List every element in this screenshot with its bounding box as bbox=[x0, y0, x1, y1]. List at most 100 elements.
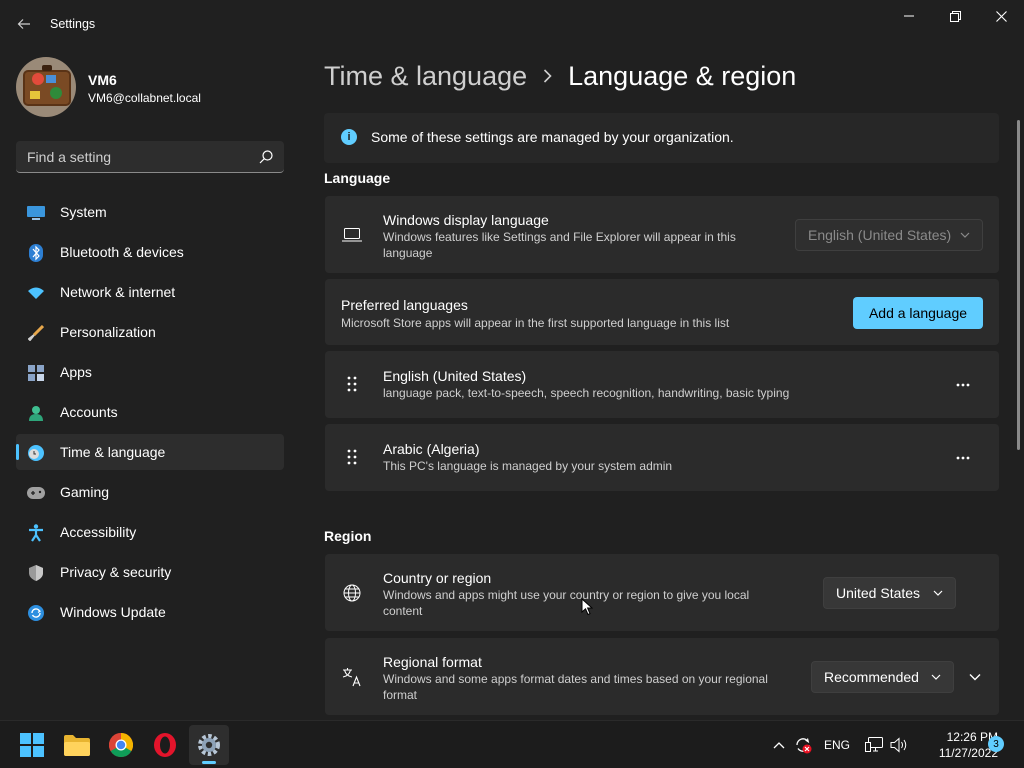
gamepad-icon bbox=[27, 484, 45, 502]
laptop-icon bbox=[341, 224, 363, 246]
language-item-english[interactable]: English (United States) language pack, t… bbox=[325, 351, 999, 418]
chevron-down-icon bbox=[969, 674, 981, 681]
scrollbar[interactable] bbox=[1017, 120, 1020, 450]
section-label-language: Language bbox=[324, 170, 391, 186]
expand-button[interactable] bbox=[961, 663, 989, 691]
display-language-dropdown[interactable]: English (United States) bbox=[795, 219, 983, 251]
preferred-languages-card: Preferred languages Microsoft Store apps… bbox=[325, 279, 999, 345]
brush-icon bbox=[27, 324, 45, 342]
show-hidden-icons-button[interactable] bbox=[768, 721, 790, 768]
taskbar: ENG 12:26 PM 11/27/2022 bbox=[0, 720, 1024, 768]
back-arrow-icon bbox=[17, 19, 30, 29]
search-icon[interactable] bbox=[258, 149, 274, 165]
breadcrumb: Time & language Language & region bbox=[324, 58, 796, 94]
app-title: Settings bbox=[50, 17, 96, 31]
shield-icon bbox=[27, 564, 45, 582]
search-box[interactable] bbox=[16, 141, 284, 173]
search-input[interactable] bbox=[16, 141, 246, 172]
sidebar-item-gaming[interactable]: Gaming bbox=[16, 474, 284, 510]
input-language: ENG bbox=[823, 738, 850, 752]
network-tray-button[interactable] bbox=[862, 721, 886, 768]
language-name: Arabic (Algeria) bbox=[383, 441, 480, 457]
language-item-arabic[interactable]: Arabic (Algeria) This PC's language is m… bbox=[325, 424, 999, 491]
sidebar-item-privacy[interactable]: Privacy & security bbox=[16, 554, 284, 590]
wifi-icon bbox=[27, 284, 45, 302]
info-text: Some of these settings are managed by yo… bbox=[371, 129, 734, 145]
card-description: Microsoft Store apps will appear in the … bbox=[341, 316, 730, 330]
sidebar-item-accounts[interactable]: Accounts bbox=[16, 394, 284, 430]
clock[interactable]: 12:26 PM 11/27/2022 bbox=[914, 729, 998, 761]
language-details: This PC's language is managed by your sy… bbox=[383, 459, 673, 473]
card-title: Country or region bbox=[383, 570, 492, 586]
apps-icon bbox=[27, 364, 45, 382]
dropdown-value: United States bbox=[836, 585, 921, 601]
info-bar: i Some of these settings are managed by … bbox=[324, 113, 999, 163]
taskbar-file-explorer[interactable] bbox=[57, 725, 97, 765]
taskbar-opera[interactable] bbox=[145, 725, 185, 765]
back-button[interactable] bbox=[10, 10, 38, 38]
maximize-button[interactable] bbox=[932, 0, 978, 32]
sidebar-item-windows-update[interactable]: Windows Update bbox=[16, 594, 284, 630]
section-label-region: Region bbox=[324, 528, 372, 544]
sidebar-item-label: Time & language bbox=[60, 444, 166, 460]
taskbar-chrome[interactable] bbox=[101, 725, 141, 765]
more-icon bbox=[956, 383, 970, 387]
user-email: VM6@collabnet.local bbox=[88, 91, 201, 105]
language-details: language pack, text-to-speech, speech re… bbox=[383, 386, 790, 400]
card-description: Windows and some apps format dates and t… bbox=[383, 672, 768, 702]
minimize-button[interactable] bbox=[886, 0, 932, 32]
file-explorer-icon bbox=[64, 735, 90, 756]
card-title: Windows display language bbox=[383, 212, 549, 228]
drag-handle-icon[interactable] bbox=[341, 446, 363, 468]
sidebar-item-network[interactable]: Network & internet bbox=[16, 274, 284, 310]
chevron-right-icon bbox=[543, 69, 552, 83]
regional-format-card[interactable]: Regional format Windows and some apps fo… bbox=[325, 638, 999, 715]
sidebar-item-bluetooth[interactable]: Bluetooth & devices bbox=[16, 234, 284, 270]
sidebar-item-apps[interactable]: Apps bbox=[16, 354, 284, 390]
language-name: English (United States) bbox=[383, 368, 527, 384]
breadcrumb-parent[interactable]: Time & language bbox=[324, 61, 527, 92]
card-title: Preferred languages bbox=[341, 297, 468, 313]
chrome-icon bbox=[109, 733, 133, 757]
regional-format-dropdown[interactable]: Recommended bbox=[811, 661, 954, 693]
sidebar-item-label: Personalization bbox=[60, 324, 156, 340]
main-content: i Some of these settings are managed by … bbox=[324, 113, 999, 715]
person-icon bbox=[27, 404, 45, 422]
add-language-button[interactable]: Add a language bbox=[853, 297, 983, 329]
sidebar-item-accessibility[interactable]: Accessibility bbox=[16, 514, 284, 550]
user-profile[interactable]: VM6 VM6@collabnet.local bbox=[16, 56, 284, 118]
notification-badge[interactable]: 3 bbox=[988, 736, 1004, 752]
sidebar-item-time-language[interactable]: Time & language bbox=[16, 434, 284, 470]
country-region-card: Country or region Windows and apps might… bbox=[325, 554, 999, 631]
start-button[interactable] bbox=[12, 725, 52, 765]
chevron-down-icon bbox=[960, 232, 970, 238]
avatar bbox=[16, 57, 76, 117]
page-title: Language & region bbox=[568, 60, 797, 91]
drag-handle-icon[interactable] bbox=[341, 373, 363, 395]
country-dropdown[interactable]: United States bbox=[823, 577, 956, 609]
sidebar-item-label: Network & internet bbox=[60, 284, 176, 300]
clock-globe-icon bbox=[27, 444, 45, 462]
network-icon bbox=[865, 737, 883, 752]
volume-icon bbox=[890, 737, 907, 753]
more-options-button[interactable] bbox=[949, 371, 977, 399]
sidebar-item-label: Windows Update bbox=[60, 604, 166, 620]
input-language-button[interactable]: ENG bbox=[818, 721, 856, 768]
close-icon bbox=[995, 10, 1007, 22]
taskbar-settings[interactable] bbox=[189, 725, 229, 765]
start-icon bbox=[20, 733, 44, 757]
sidebar-item-system[interactable]: System bbox=[16, 194, 284, 230]
clock-time: 12:26 PM bbox=[946, 730, 998, 744]
regional-format-icon bbox=[341, 666, 363, 688]
more-icon bbox=[956, 456, 970, 460]
dropdown-value: English (United States) bbox=[808, 227, 952, 243]
volume-tray-button[interactable] bbox=[888, 721, 910, 768]
sidebar-item-personalization[interactable]: Personalization bbox=[16, 314, 284, 350]
chevron-down-icon bbox=[931, 674, 941, 680]
sync-tray-button[interactable] bbox=[792, 721, 814, 768]
close-button[interactable] bbox=[978, 0, 1024, 32]
globe-icon bbox=[341, 582, 363, 604]
card-description: Windows features like Settings and File … bbox=[383, 230, 736, 260]
more-options-button[interactable] bbox=[949, 444, 977, 472]
user-name: VM6 bbox=[88, 72, 117, 88]
